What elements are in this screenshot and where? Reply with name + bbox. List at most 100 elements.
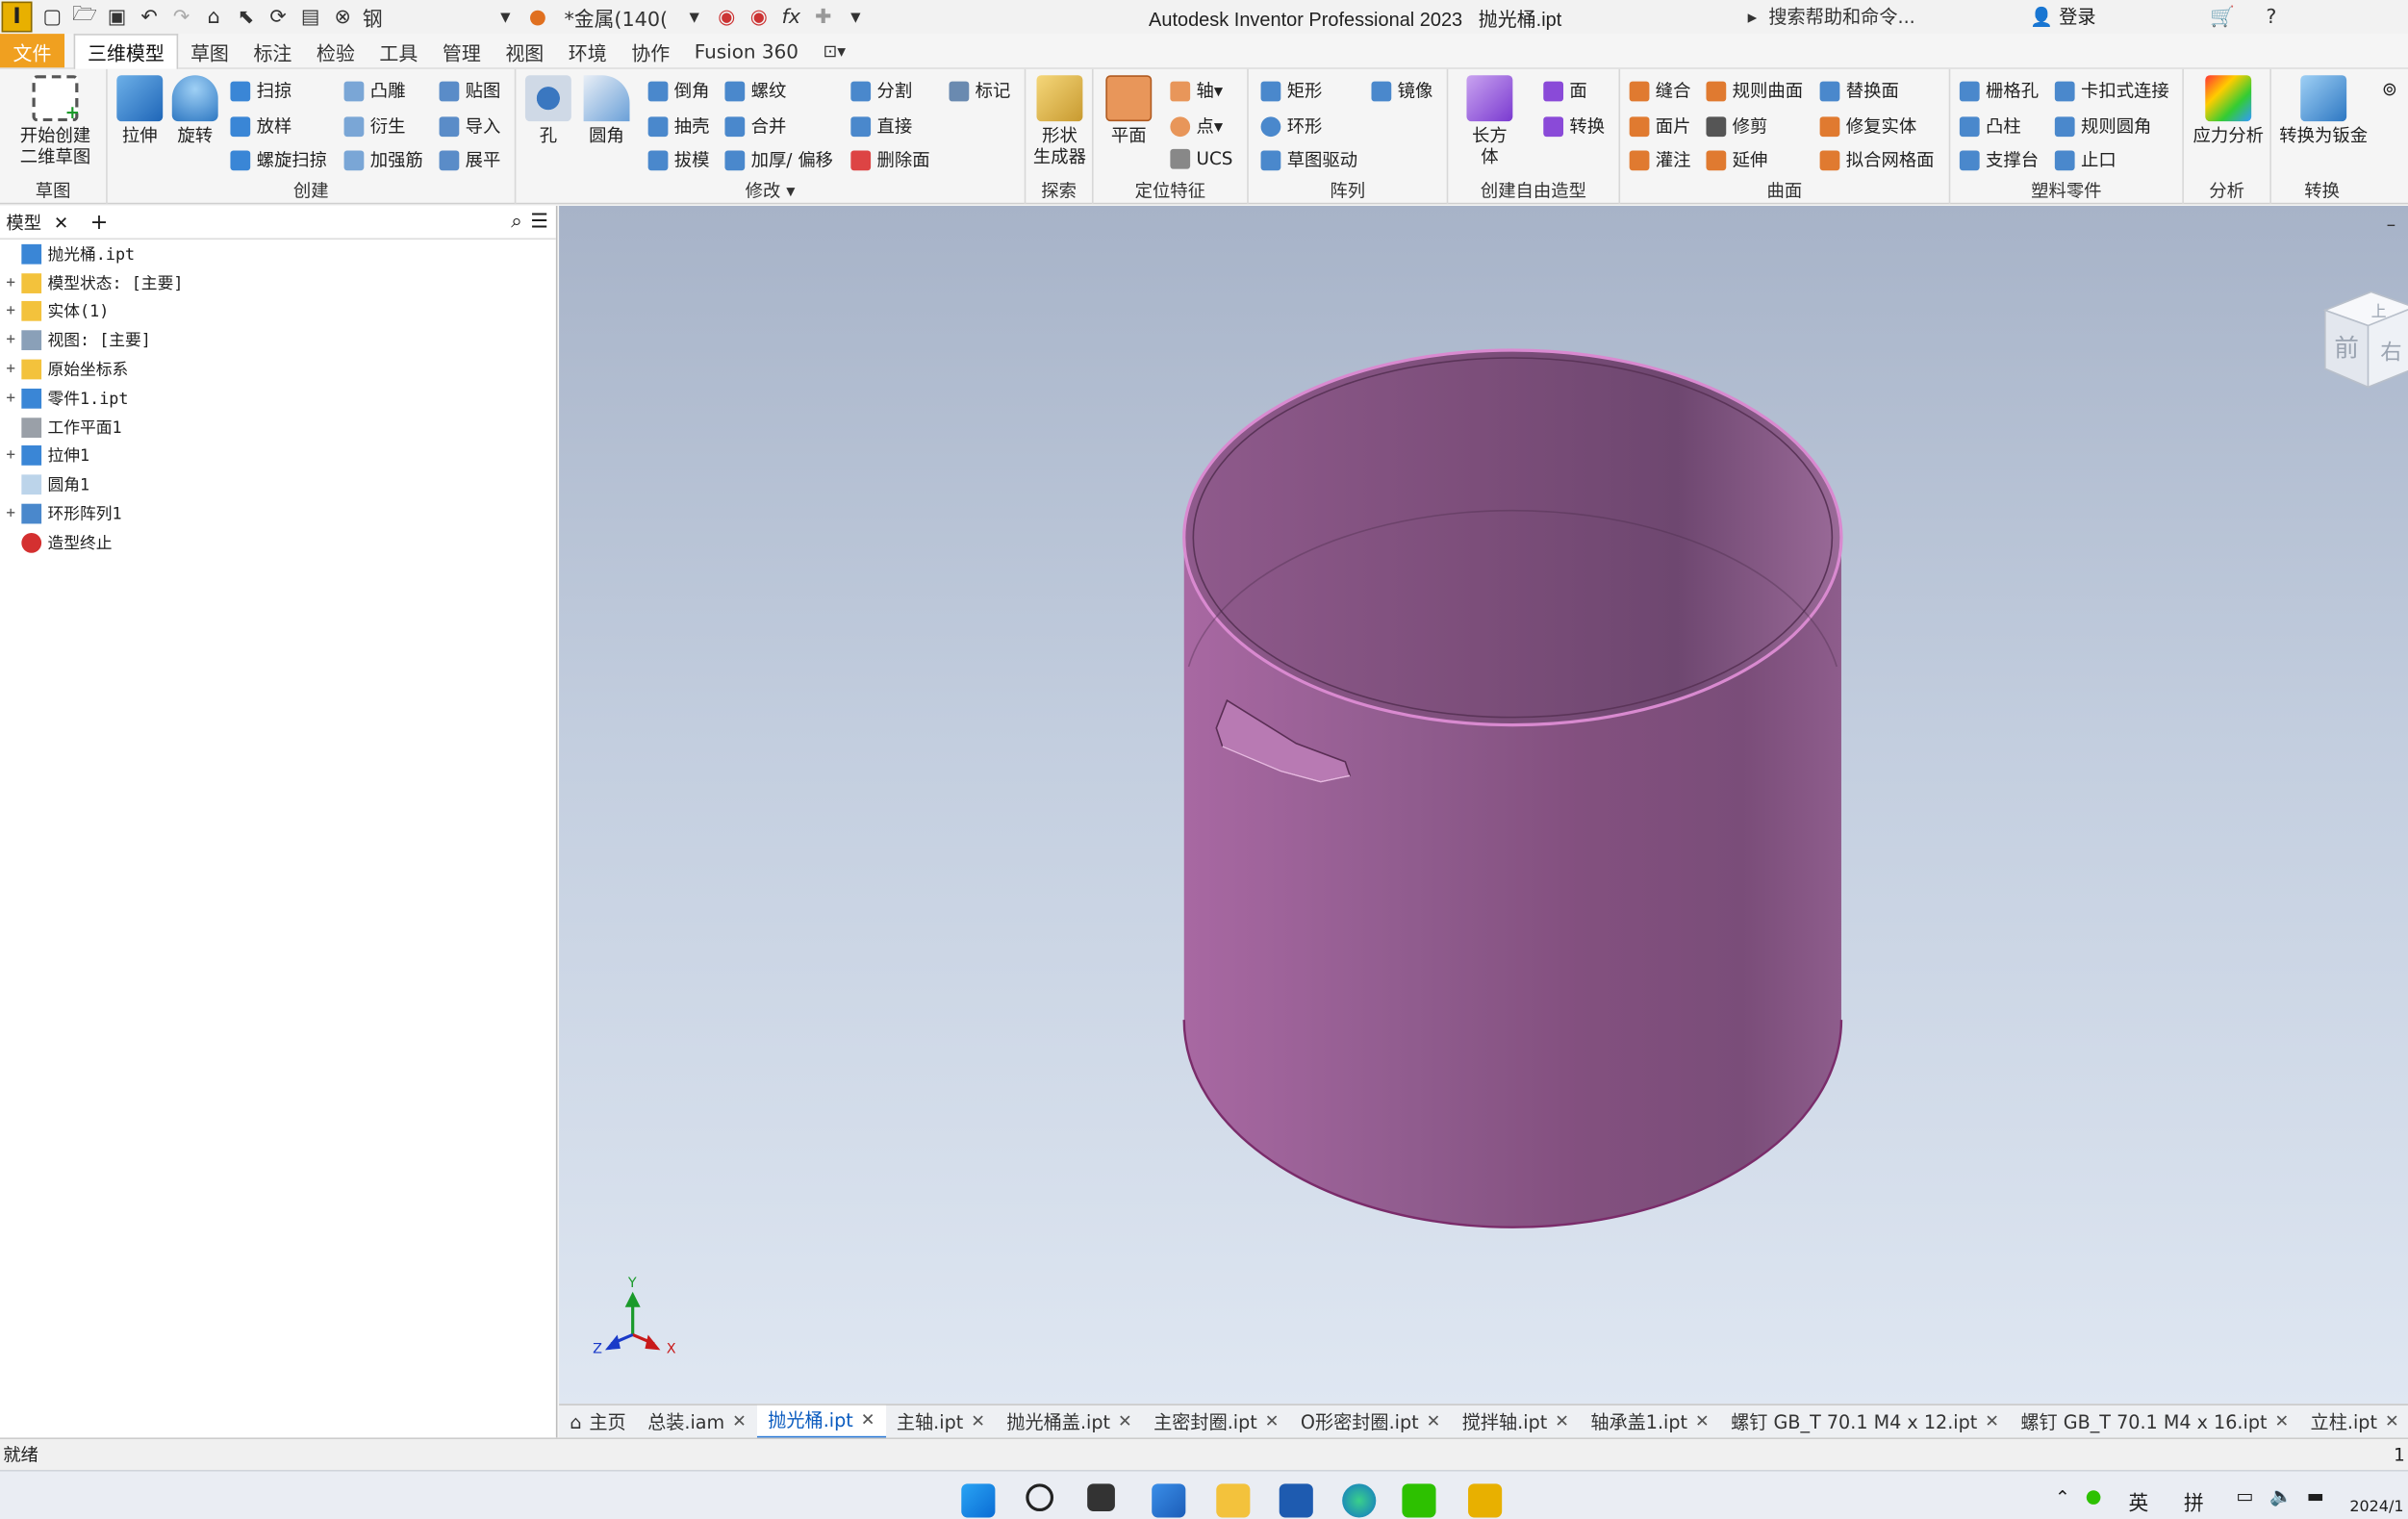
- update-icon[interactable]: ⟳: [266, 2, 291, 33]
- revolve-button[interactable]: 旋转: [171, 75, 218, 146]
- rib-button[interactable]: 加强筋: [343, 147, 423, 172]
- draft-button[interactable]: 拔模: [647, 147, 709, 172]
- menu-icon[interactable]: ☰: [530, 211, 548, 234]
- freeform-convert-button[interactable]: 转换: [1543, 114, 1605, 139]
- redo-icon[interactable]: ↷: [169, 2, 194, 33]
- tree-node[interactable]: + 模型状态: [主要]: [0, 268, 556, 297]
- ruled-surface-button[interactable]: 规则曲面: [1706, 78, 1803, 103]
- inventor-taskbar-icon[interactable]: [1468, 1483, 1503, 1518]
- tab-inspect[interactable]: 检验: [304, 37, 367, 65]
- close-tab-icon[interactable]: ✕: [732, 1411, 747, 1431]
- mirror-button[interactable]: 镜像: [1371, 78, 1432, 103]
- snap-fit-button[interactable]: 卡扣式连接: [2054, 78, 2169, 103]
- close-tab-icon[interactable]: ✕: [1695, 1411, 1710, 1431]
- panel-label-modify[interactable]: 修改 ▾: [516, 178, 1024, 203]
- document-tab[interactable]: 搅拌轴.ipt ✕: [1452, 1405, 1581, 1438]
- freeform-face-button[interactable]: 面: [1543, 78, 1587, 103]
- battery-icon[interactable]: ▬: [2307, 1485, 2324, 1506]
- login-button[interactable]: 👤 登录: [2030, 3, 2095, 29]
- document-tab[interactable]: 抛光桶盖.ipt ✕: [996, 1405, 1143, 1438]
- shell-button[interactable]: 抽壳: [647, 114, 709, 139]
- mesh-face-button[interactable]: 拟合网格面: [1819, 147, 1935, 172]
- tree-node[interactable]: + 原始坐标系: [0, 355, 556, 384]
- expand-icon[interactable]: +: [6, 505, 18, 522]
- start-sketch-button[interactable]: + 开始创建 二维草图: [13, 75, 98, 167]
- document-tab[interactable]: 主轴.ipt ✕: [886, 1405, 996, 1438]
- document-tab[interactable]: O形密封圈.ipt ✕: [1290, 1405, 1452, 1438]
- rest-button[interactable]: 支撑台: [1959, 147, 2039, 172]
- tab-sketch[interactable]: 草图: [178, 37, 241, 65]
- properties-icon[interactable]: ▤: [298, 2, 323, 33]
- tab-environment[interactable]: 环境: [556, 37, 619, 65]
- coil-button[interactable]: 螺旋扫掠: [230, 147, 327, 172]
- unwrap-button[interactable]: 展平: [439, 147, 500, 172]
- lip-button[interactable]: 止口: [2054, 147, 2117, 172]
- expand-icon[interactable]: +: [6, 390, 18, 407]
- widgets-icon[interactable]: [1152, 1483, 1186, 1518]
- tab-tools[interactable]: 工具: [368, 37, 430, 65]
- fx-icon[interactable]: fx: [779, 2, 804, 33]
- document-tab[interactable]: 主密封圈.ipt ✕: [1143, 1405, 1290, 1438]
- bucket-model[interactable]: [1182, 348, 1843, 1228]
- home-icon[interactable]: ⌂: [201, 2, 226, 33]
- tree-node[interactable]: + 视图: [主要]: [0, 326, 556, 355]
- loft-button[interactable]: 放样: [230, 114, 291, 139]
- close-tab-icon[interactable]: ✕: [2385, 1411, 2399, 1431]
- tree-node[interactable]: 工作平面1: [0, 413, 556, 442]
- edge-icon[interactable]: [1342, 1483, 1377, 1518]
- document-tab[interactable]: 立柱.ipt ✕: [2299, 1405, 2408, 1438]
- ribbon-display-icon[interactable]: ⊡▾: [811, 40, 858, 61]
- clear-appearance-icon[interactable]: ◉: [747, 2, 772, 33]
- expand-icon[interactable]: +: [6, 303, 18, 320]
- wechat-icon[interactable]: [1402, 1483, 1436, 1518]
- material-dropdown-icon[interactable]: ▾: [494, 2, 519, 33]
- help-icon[interactable]: ?: [2259, 2, 2284, 33]
- tree-node[interactable]: + 实体(1): [0, 297, 556, 326]
- ucs-button[interactable]: UCS: [1170, 147, 1232, 169]
- shape-generator-button[interactable]: 形状 生成器: [1032, 75, 1087, 167]
- ribbon-options-icon[interactable]: ⊚: [2382, 78, 2397, 99]
- ime-mode[interactable]: 拼: [2184, 1487, 2204, 1516]
- cart-icon[interactable]: 🛒: [2210, 2, 2235, 33]
- appearance-select[interactable]: *金属(140(: [558, 2, 674, 33]
- tree-node[interactable]: 抛光桶.ipt: [0, 240, 556, 268]
- hole-button[interactable]: 孔: [524, 75, 571, 146]
- appearance-dropdown-icon[interactable]: ▾: [682, 2, 707, 33]
- close-tab-icon[interactable]: ✕: [1265, 1411, 1280, 1431]
- extrude-button[interactable]: 拉伸: [116, 75, 164, 146]
- close-tab-icon[interactable]: ✕: [1427, 1411, 1441, 1431]
- tree-node[interactable]: 圆角1: [0, 470, 556, 499]
- tray-wechat-icon[interactable]: ●: [2086, 1485, 2102, 1506]
- document-tab[interactable]: 轴承盖1.ipt ✕: [1580, 1405, 1720, 1438]
- fillet-button[interactable]: 圆角: [583, 75, 630, 146]
- tray-chevron-icon[interactable]: ⌃: [2055, 1487, 2070, 1508]
- viewport-minimize-icon[interactable]: –: [2387, 213, 2396, 235]
- network-icon[interactable]: ▭: [2236, 1485, 2253, 1506]
- patch-button[interactable]: 面片: [1629, 114, 1691, 139]
- new-file-icon[interactable]: ▢: [40, 2, 65, 33]
- stitch-button[interactable]: 缝合: [1629, 78, 1691, 103]
- tree-node[interactable]: 造型终止: [0, 528, 556, 557]
- material-ball-icon[interactable]: ⊗: [330, 2, 355, 33]
- select-icon[interactable]: ⬉: [234, 2, 259, 33]
- close-tab-icon[interactable]: ✕: [861, 1410, 875, 1430]
- inventor-logo-icon[interactable]: I: [1, 1, 33, 33]
- document-tab[interactable]: ⌂ 主页: [559, 1405, 637, 1438]
- grill-button[interactable]: 栅格孔: [1959, 78, 2039, 103]
- save-icon[interactable]: ▣: [105, 2, 130, 33]
- color-sphere-icon[interactable]: ●: [525, 2, 550, 33]
- open-folder-icon[interactable]: 🗁: [72, 2, 97, 33]
- tree-node[interactable]: + 拉伸1: [0, 442, 556, 470]
- file-menu[interactable]: 文件: [0, 34, 65, 68]
- undo-icon[interactable]: ↶: [137, 2, 162, 33]
- browser-tab-model[interactable]: 模型 ✕: [0, 210, 75, 235]
- mark-button[interactable]: 标记: [949, 78, 1010, 103]
- circ-pattern-button[interactable]: 环形: [1260, 114, 1322, 139]
- close-tab-icon[interactable]: ✕: [971, 1411, 985, 1431]
- emboss-button[interactable]: 凸雕: [343, 78, 405, 103]
- decal-button[interactable]: 贴图: [439, 78, 500, 103]
- close-tab-icon[interactable]: ✕: [2274, 1411, 2289, 1431]
- close-tab-icon[interactable]: ✕: [1118, 1411, 1132, 1431]
- tree-node[interactable]: + 零件1.ipt: [0, 384, 556, 413]
- close-tab-icon[interactable]: ✕: [1555, 1411, 1569, 1431]
